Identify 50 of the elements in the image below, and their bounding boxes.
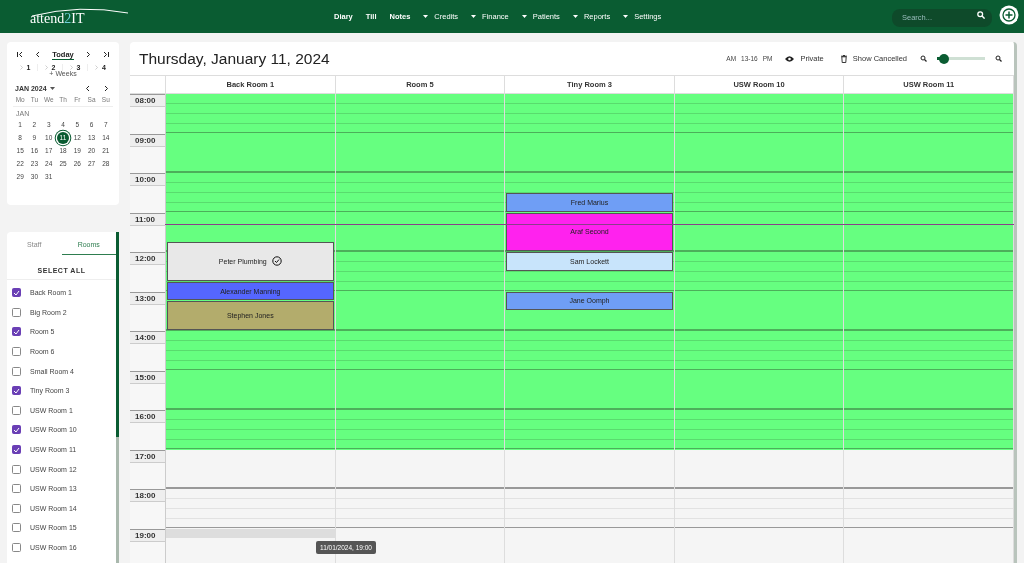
hour-label: 15:00 (130, 371, 165, 384)
checkbox[interactable] (12, 523, 21, 533)
chevron-left-icon[interactable] (85, 85, 91, 92)
checkbox[interactable] (12, 503, 21, 513)
zoom-out-icon[interactable] (920, 55, 927, 62)
caret-icon (623, 15, 629, 18)
hour-label: 10:00 (130, 174, 165, 186)
caret-icon (471, 15, 477, 18)
search-icon (977, 11, 985, 19)
checkbox[interactable] (12, 307, 21, 317)
hour-label: 11:00 (130, 213, 165, 226)
zoom-in-icon[interactable] (995, 55, 1002, 62)
checkbox[interactable] (12, 484, 21, 494)
hour-label: 12:00 (130, 253, 165, 265)
chevron-left-icon[interactable] (34, 51, 41, 58)
checkbox[interactable] (12, 464, 21, 474)
caret-icon (521, 15, 527, 18)
checkbox[interactable] (12, 386, 21, 396)
hour-label: 19:00 (130, 529, 165, 542)
checkbox[interactable] (12, 366, 21, 376)
add-icon[interactable] (999, 5, 1019, 25)
hour-label: 17:00 (130, 450, 165, 463)
last-page-icon[interactable] (102, 51, 109, 58)
chevron-right-icon (19, 65, 23, 70)
hour-label: 13:00 (130, 292, 165, 305)
caret-icon (572, 15, 578, 18)
eye-icon[interactable] (785, 55, 795, 62)
hour-label: 08:00 (130, 95, 165, 107)
chevron-right-icon (95, 65, 99, 70)
scrollbar[interactable] (116, 232, 119, 563)
first-page-icon[interactable] (17, 51, 23, 58)
chevron-right-icon (44, 65, 48, 70)
chevron-right-icon (69, 65, 73, 70)
hour-label: 18:00 (130, 490, 165, 502)
checkbox[interactable] (12, 327, 21, 337)
trash-icon[interactable] (840, 54, 847, 63)
checkbox[interactable] (12, 288, 21, 298)
checkbox[interactable] (12, 347, 21, 357)
checkbox[interactable] (12, 425, 21, 435)
checkbox[interactable] (12, 445, 21, 455)
checkbox[interactable] (12, 543, 21, 552)
logo[interactable]: attend2IT (30, 6, 130, 27)
hour-label: 09:00 (130, 134, 165, 147)
hour-label: 14:00 (130, 332, 165, 344)
checkbox[interactable] (12, 405, 21, 415)
hour-label: 16:00 (130, 411, 165, 423)
date-title: Thursday, January 11, 2024 (139, 49, 331, 68)
caret-icon (49, 87, 55, 90)
caret-icon (423, 15, 429, 18)
chevron-right-icon[interactable] (103, 85, 109, 92)
